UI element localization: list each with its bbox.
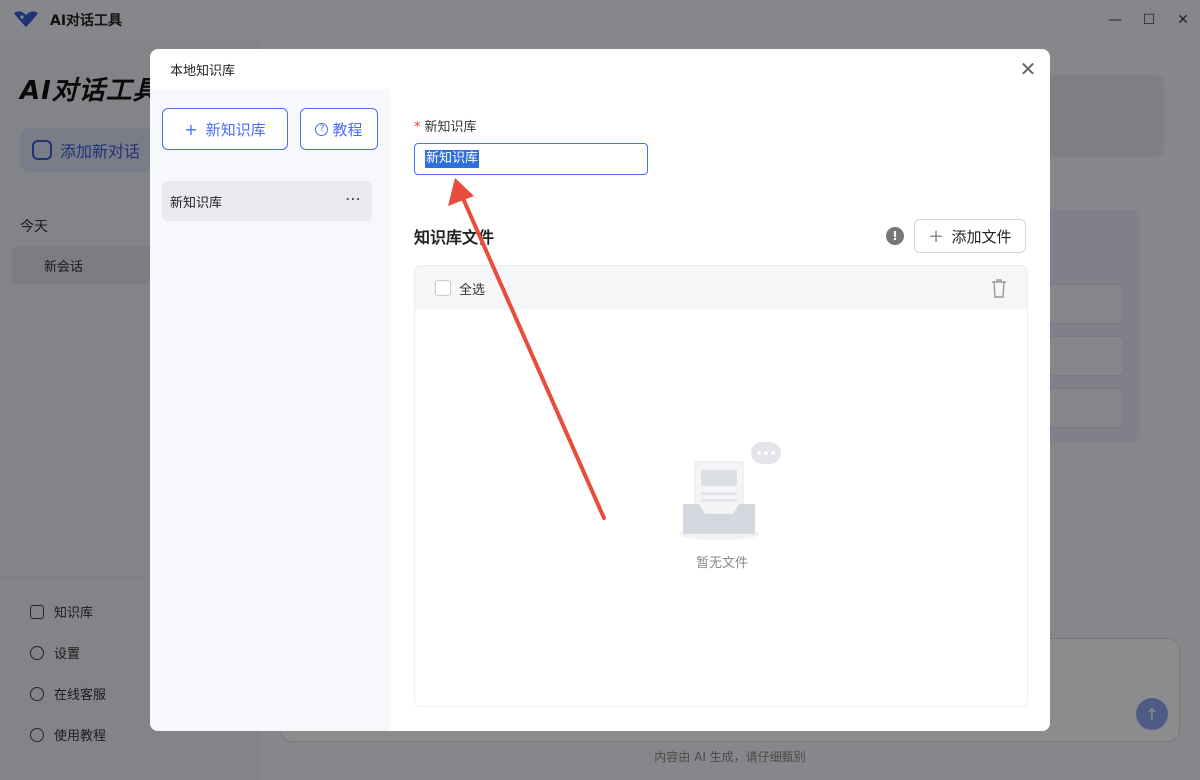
empty-inbox-icon	[679, 442, 781, 540]
file-table: 全选 暂无文件	[414, 265, 1028, 707]
select-all-label: 全选	[459, 282, 486, 298]
new-kb-button[interactable]: + 新知识库	[162, 108, 288, 150]
select-all-checkbox[interactable]	[435, 280, 451, 296]
new-kb-label: 新知识库	[205, 120, 266, 139]
kb-name-label: * 新知识库	[414, 116, 477, 135]
empty-state-text: 暂无文件	[695, 556, 748, 571]
tutorial-label: 教程	[332, 120, 363, 139]
plus-icon: +	[928, 225, 944, 247]
trash-icon[interactable]	[991, 278, 1007, 298]
kb-name-input-selection: 新知识库	[425, 150, 480, 168]
kb-list-item[interactable]: 新知识库 ⋯	[162, 181, 372, 221]
modal-title: 本地知识库	[170, 63, 236, 79]
table-header: 全选	[415, 266, 1027, 310]
more-options-icon[interactable]: ⋯	[345, 189, 362, 208]
plus-icon: +	[184, 119, 198, 139]
kb-list-panel: + 新知识库 ? 教程 新知识库 ⋯	[150, 89, 390, 731]
knowledge-base-modal: 本地知识库 ✕ + 新知识库 ? 教程 新知识库 ⋯ *新知识库 新知识库 知识…	[150, 49, 1050, 731]
kb-name-label-text: 新知识库	[424, 120, 477, 135]
kb-detail-panel: *新知识库 新知识库 知识库文件 ! + 添加文件 全选	[390, 89, 1050, 731]
add-file-button[interactable]: + 添加文件	[914, 219, 1026, 253]
add-file-label: 添加文件	[951, 227, 1012, 246]
kb-files-title: 知识库文件	[414, 228, 495, 247]
tutorial-button[interactable]: ? 教程	[300, 108, 378, 150]
help-circle-icon: ?	[315, 122, 329, 136]
required-marker: *	[414, 120, 421, 135]
modal-header: 本地知识库	[150, 49, 1050, 89]
kb-item-label: 新知识库	[170, 195, 223, 211]
close-icon[interactable]: ✕	[1016, 57, 1040, 81]
info-icon[interactable]: !	[886, 227, 904, 245]
